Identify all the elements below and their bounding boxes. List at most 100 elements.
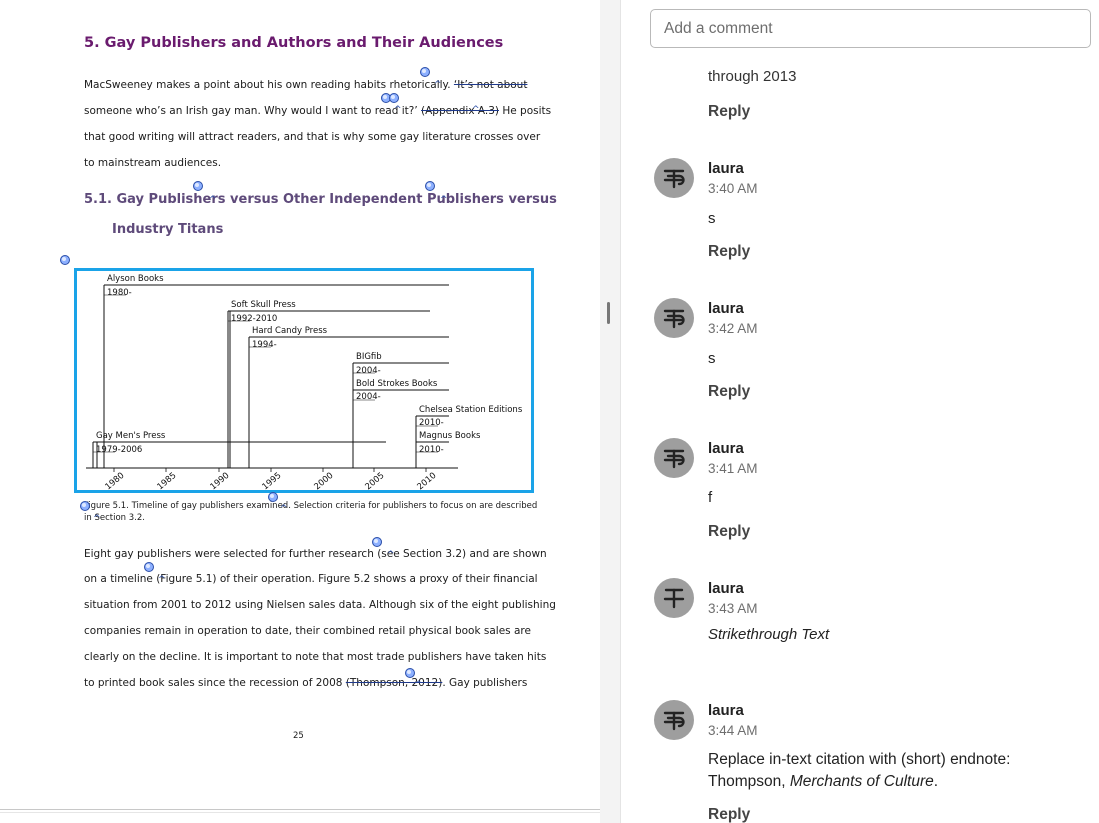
comment-body: s [708,210,716,227]
comment-marker[interactable] [80,501,90,511]
insert-caret-icon: ^ [280,504,288,514]
timeline-chart: Alyson Books 1980- Soft Skull Press 1992-20… [86,274,523,490]
strikethrough-icon [654,578,694,618]
comment-marker[interactable] [372,537,382,547]
text-run: . [933,773,939,790]
comment-body: Replace in-text citation with (short) en… [708,751,1011,768]
add-comment-input[interactable]: Add a comment [650,9,1091,48]
axis-tick-label: 1985 [156,471,179,490]
paragraph-line[interactable]: Eight gay publishers were selected for f… [84,548,547,560]
publisher-label: Gay Men's Press [96,431,166,441]
comment-author: laura [708,702,744,719]
comment-body: f [708,489,713,506]
paragraph-line[interactable]: someone who’s an Irish gay man. Why woul… [84,105,551,117]
insert-caret-icon: ^ [209,195,217,205]
struck-text[interactable]: ‘It’s not about [454,79,528,91]
page-number: 25 [293,731,304,741]
publisher-years-label: 2010- [419,418,444,428]
insert-caret-icon: ^ [415,680,423,690]
comment-body: s [708,350,716,367]
subsection-heading: 5.1. Gay Publishers versus Other Indepen… [84,192,557,207]
publisher-years-label: 2010- [419,445,444,455]
paragraph-line[interactable]: to printed book sales since the recessio… [84,677,527,689]
text-run: someone who’s an Irish gay man. Why woul… [84,105,422,117]
comment-body: Strikethrough Text [708,626,830,643]
struck-citation[interactable]: (Thompson, 2012) [346,677,443,689]
comment-marker[interactable] [144,562,154,572]
publisher-label: Hard Candy Press [252,326,328,336]
comment-time: 3:43 AM [708,601,758,616]
comment-marker[interactable] [60,255,70,265]
paragraph-line[interactable]: on a timeline (Figure 5.1) of their oper… [84,573,538,585]
reply-button[interactable]: Reply [708,243,750,261]
publisher-years-label: 1992-2010 [231,314,277,324]
publisher-label: Alyson Books [107,274,164,284]
axis-tick-label: 2010 [416,471,439,490]
replace-text-icon [654,298,694,338]
pane-splitter[interactable] [600,0,621,823]
paragraph-line[interactable]: situation from 2001 to 2012 using Nielse… [84,599,556,611]
subsection-heading-cont: Industry Titans [112,222,224,237]
paragraph-line[interactable]: MacSweeney makes a point about his own r… [84,79,527,91]
struck-citation[interactable]: (Appendix A.3) [421,105,499,117]
comment-author: laura [708,300,744,317]
comment-time: 3:42 AM [708,321,758,336]
text-run: MacSweeney makes a point about his own r… [84,79,454,91]
insert-caret-icon: ^ [434,80,442,90]
text-run: He posits [499,105,552,117]
publisher-label: Magnus Books [419,431,481,441]
replace-text-icon [654,438,694,478]
insert-caret-icon: ^ [394,105,402,115]
reply-button[interactable]: Reply [708,806,750,823]
insert-caret-icon: ^ [472,105,480,115]
axis-tick-label: 2005 [364,471,387,490]
page-divider [0,809,600,810]
publisher-label: Chelsea Station Editions [419,405,523,415]
paragraph-line[interactable]: to mainstream audiences. [84,157,221,169]
publisher-years-label: 2004- [356,392,381,402]
insert-caret-icon: ^ [93,514,101,524]
insert-caret-icon: ^ [387,550,395,560]
reply-button[interactable]: Reply [708,523,750,541]
insert-caret-icon: ^ [440,195,448,205]
book-title: Merchants of Culture [789,773,934,790]
comment-marker[interactable] [420,67,430,77]
text-run: . Gay publishers [442,677,528,689]
splitter-grip[interactable] [607,302,610,324]
document-page: 5. Gay Publishers and Authors and Their … [0,0,600,823]
comment-marker[interactable] [193,181,203,191]
comment-author: laura [708,580,744,597]
figure-caption: Figure 5.1. Timeline of gay publishers e… [84,501,538,511]
axis-tick-label: 1990 [209,471,232,490]
comment-marker[interactable] [425,181,435,191]
publisher-years-label: 1980- [107,288,132,298]
text-run: Thompson, [708,773,790,790]
paragraph-line[interactable]: that good writing will attract readers, … [84,131,540,143]
comment-author: laura [708,440,744,457]
paragraph-line[interactable]: companies remain in operation to date, t… [84,625,531,637]
page-divider [0,812,600,813]
comment-time: 3:44 AM [708,723,758,738]
section-heading: 5. Gay Publishers and Authors and Their … [84,35,504,51]
reply-button[interactable]: Reply [708,383,750,401]
replace-text-icon [654,700,694,740]
axis-tick-label: 1980 [104,471,127,490]
comment-author: laura [708,160,744,177]
comment-marker[interactable] [405,668,415,678]
comments-panel: Add a comment through 2013 Reply laura 3… [621,0,1099,823]
comment-marker[interactable] [389,93,399,103]
paragraph-line[interactable]: clearly on the decline. It is important … [84,651,546,663]
publisher-label: Bold Strokes Books [356,379,438,389]
comment-text-partial: through 2013 [708,68,797,85]
publisher-years-label: 2004- [356,366,381,376]
comment-marker[interactable] [268,492,278,502]
comment-time: 3:41 AM [708,461,758,476]
publisher-label: BIGfib [356,352,382,362]
replace-text-icon [654,158,694,198]
reply-button[interactable]: Reply [708,103,750,121]
text-run: to printed book sales since the recessio… [84,677,346,689]
timeline-figure[interactable]: Alyson Books 1980- Soft Skull Press 1992-20… [74,268,534,493]
comment-body-cont: Thompson, Merchants of Culture. [708,773,938,791]
publisher-years-label: 1994- [252,340,277,350]
publisher-label: Soft Skull Press [231,300,296,310]
